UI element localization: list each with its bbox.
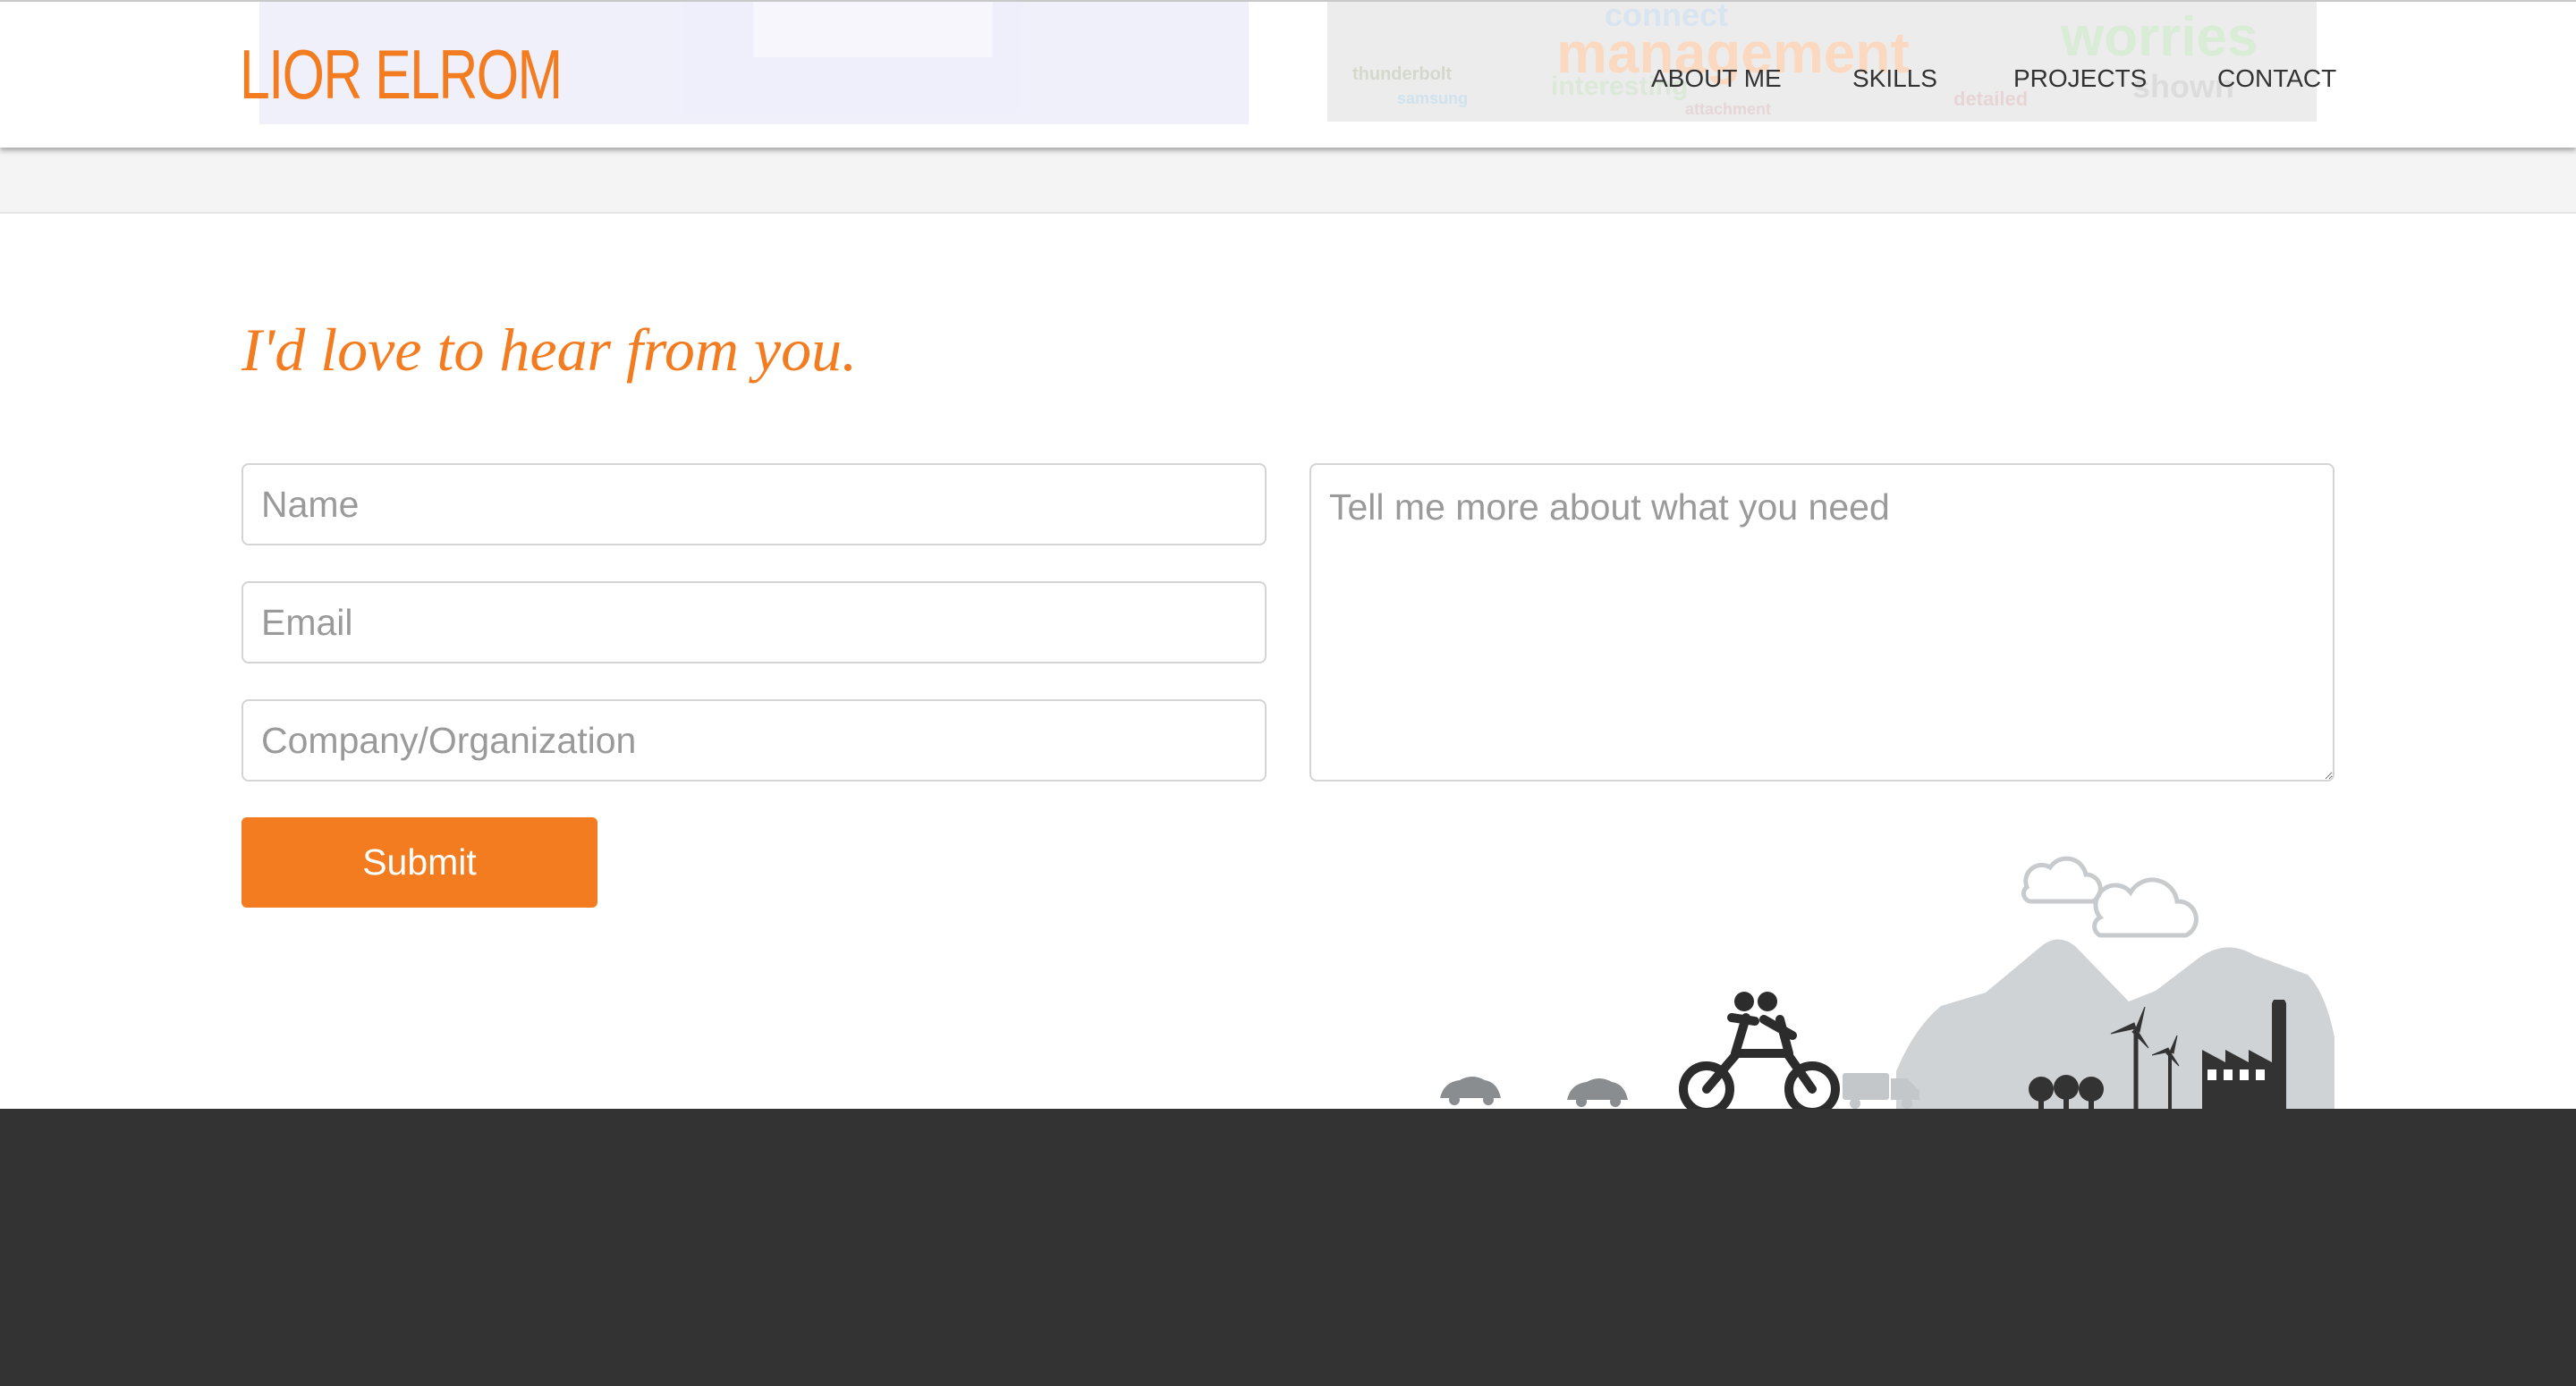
cloud-icon [2092,877,2199,938]
submit-button[interactable]: Submit [242,817,597,908]
nav-projects[interactable]: PROJECTS [2013,64,2147,93]
email-field[interactable] [242,581,1267,663]
site-logo[interactable]: LIOR ELROM [240,34,563,115]
nav-skills[interactable]: SKILLS [1852,64,1937,93]
car-icon [1567,1078,1628,1107]
tandem-bike-icon [1679,1013,1840,1109]
page: management worries connect thunderbolt s… [0,0,2576,1386]
company-field[interactable] [242,699,1267,782]
nav-contact[interactable]: CONTACT [2217,64,2336,93]
cloud-icon [2021,856,2103,904]
word-cloud-word: samsung [1397,89,1469,107]
name-field[interactable] [242,463,1267,545]
city-landscape-illustration [1440,856,2334,1109]
site-footer [0,1109,2576,1386]
word-cloud-word: thunderbolt [1352,64,1453,84]
car-icon [1440,1077,1501,1105]
contact-heading: I'd love to hear from you. [242,316,858,384]
word-cloud-word: worries [2061,6,2258,68]
tree-icon [2029,1075,2104,1109]
section-divider-band [0,146,2576,214]
site-header: management worries connect thunderbolt s… [0,0,2576,148]
word-cloud-word: attachment [1685,100,1772,118]
nav-about-me[interactable]: ABOUT ME [1651,64,1782,93]
word-cloud-thumbnail: management worries connect thunderbolt s… [1327,2,2317,122]
message-textarea[interactable] [1309,463,2334,782]
tandem-bike-icon-riders [1734,992,1777,1011]
project-thumbnail-card [753,2,993,57]
word-cloud-word: connect [1605,2,1729,33]
